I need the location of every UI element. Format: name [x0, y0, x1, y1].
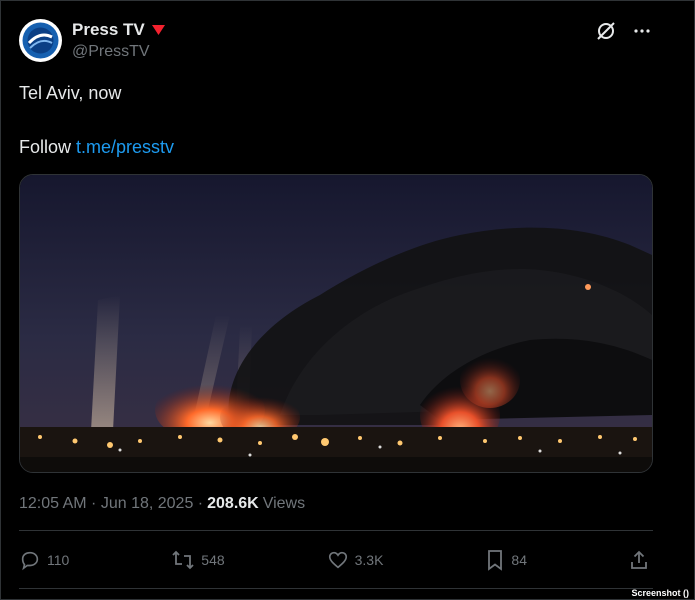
- more-icon[interactable]: [631, 20, 653, 42]
- follow-link[interactable]: t.me/presstv: [76, 137, 174, 157]
- bottom-divider: [19, 588, 653, 589]
- views-label: Views: [262, 495, 306, 512]
- post-meta: 12:05 AM · Jun 18, 2025 · 208.6K Views: [19, 495, 305, 513]
- author-name[interactable]: Press TV: [72, 20, 145, 40]
- grok-icon[interactable]: [595, 20, 617, 42]
- repost-count: 548: [201, 552, 225, 568]
- repost-button[interactable]: 548: [171, 549, 225, 571]
- bookmark-count: 84: [511, 552, 527, 568]
- post-image[interactable]: [19, 174, 653, 473]
- heart-icon: [328, 551, 347, 569]
- action-bar: 110 548 3.3K 84: [19, 549, 649, 571]
- red-triangle-icon: [151, 24, 165, 35]
- top-actions: [595, 20, 653, 42]
- author-handle[interactable]: @PressTV: [72, 43, 150, 61]
- like-count: 3.3K: [354, 552, 384, 568]
- bookmark-icon: [488, 550, 503, 571]
- author-row: Press TV: [72, 20, 165, 40]
- like-button[interactable]: 3.3K: [327, 549, 384, 571]
- share-button[interactable]: [629, 549, 649, 571]
- reply-button[interactable]: 110: [19, 549, 69, 571]
- reply-icon: [21, 551, 39, 571]
- bookmark-button[interactable]: 84: [485, 549, 527, 571]
- views-count: 208.6K: [207, 495, 259, 512]
- follow-prefix: Follow: [19, 137, 77, 157]
- post-text-line2: Follow t.me/presstv: [19, 137, 174, 158]
- divider: [19, 530, 653, 531]
- reply-count: 110: [47, 552, 70, 568]
- avatar[interactable]: [19, 19, 62, 62]
- press-tv-logo: [22, 22, 59, 59]
- post-timestamp[interactable]: 12:05 AM · Jun 18, 2025 ·: [19, 495, 203, 513]
- post-text-line1: Tel Aviv, now: [19, 83, 122, 103]
- watermark-label: Screenshot (): [631, 588, 689, 598]
- share-icon: [631, 550, 647, 569]
- fire-night-photo: [20, 175, 652, 472]
- repost-icon: [172, 550, 194, 570]
